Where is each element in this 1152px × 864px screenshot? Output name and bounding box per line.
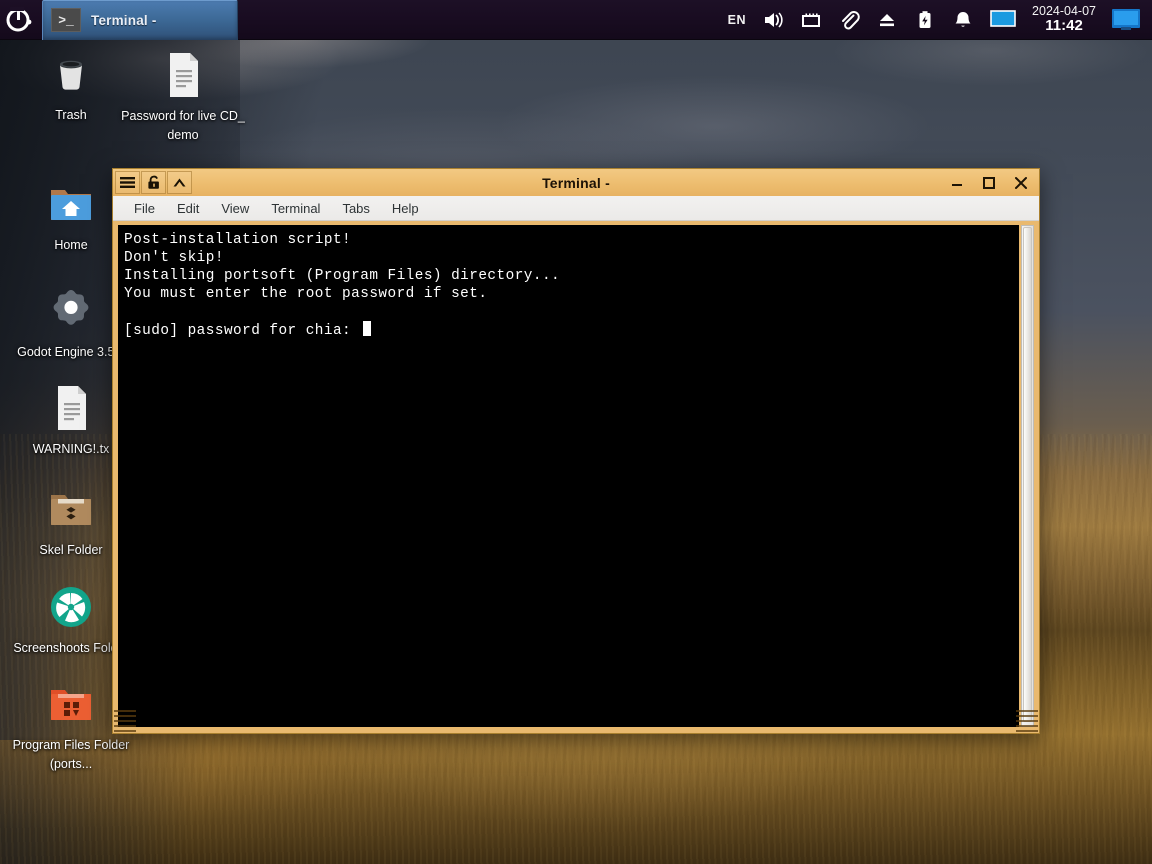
resize-grip-bottom-left[interactable]	[114, 710, 136, 732]
terminal-cursor	[363, 321, 372, 336]
menu-edit[interactable]: Edit	[166, 198, 210, 219]
lock-icon[interactable]	[141, 171, 166, 194]
screenshot-aperture-icon	[45, 581, 97, 633]
close-button[interactable]	[1005, 169, 1037, 196]
scrollbar-thumb[interactable]	[1023, 227, 1032, 722]
menu-terminal[interactable]: Terminal	[260, 198, 331, 219]
terminal-line: Post-installation script!	[124, 232, 352, 248]
terminal-prompt-line: [sudo] password for chia:	[124, 321, 1013, 340]
program-files-folder-icon	[45, 678, 97, 730]
terminal-menubar: File Edit View Terminal Tabs Help	[113, 196, 1039, 221]
maximize-button[interactable]	[973, 169, 1005, 196]
clipboard-icon[interactable]	[830, 0, 868, 40]
skel-folder-icon	[45, 483, 97, 535]
desktop-icon-label: Home	[54, 238, 88, 253]
menu-tabs[interactable]: Tabs	[331, 198, 380, 219]
tray-language-indicator[interactable]: EN	[720, 0, 754, 40]
volume-icon[interactable]	[754, 0, 792, 40]
menu-view[interactable]: View	[210, 198, 260, 219]
hamburger-menu-icon[interactable]	[115, 171, 140, 194]
app-menu-logo-icon[interactable]	[0, 0, 40, 40]
display-icon[interactable]	[982, 0, 1024, 40]
terminal-line: Installing portsoft (Program Files) dire…	[124, 268, 561, 284]
terminal-titlebar[interactable]: Terminal -	[113, 169, 1039, 196]
desktop-icon-label: Password for live CD_ demo	[121, 108, 245, 142]
terminal-scrollbar[interactable]	[1021, 225, 1034, 727]
terminal-body: Post-installation script! Don't skip! In…	[113, 221, 1039, 733]
home-folder-icon	[45, 178, 97, 230]
terminal-window-title: Terminal -	[542, 174, 610, 191]
taskbar: >_ Terminal - EN 2024-04-07 11:42	[0, 0, 1152, 40]
notification-bell-icon[interactable]	[944, 0, 982, 40]
text-file-icon	[45, 382, 97, 434]
text-file-icon	[157, 49, 209, 101]
system-tray: EN 2024-04-07 11:42	[720, 0, 1152, 40]
terminal-screen[interactable]: Post-installation script! Don't skip! In…	[118, 225, 1019, 727]
terminal-window[interactable]: Terminal - File Edit View Terminal Tabs …	[112, 168, 1040, 734]
eject-icon[interactable]	[868, 0, 906, 40]
menu-help[interactable]: Help	[381, 198, 430, 219]
network-icon[interactable]	[792, 0, 830, 40]
window-controls	[941, 169, 1037, 196]
minimize-button[interactable]	[941, 169, 973, 196]
desktop-icon-label: Program Files Folder (ports...	[12, 738, 130, 771]
desktop-icon-label: Godot Engine 3.5.3	[17, 345, 125, 359]
terminal-prompt-icon: >_	[51, 8, 81, 32]
battery-icon[interactable]	[906, 0, 944, 40]
desktop-icon-password-file[interactable]: Password for live CD_ demo	[112, 49, 254, 145]
clock[interactable]: 2024-04-07 11:42	[1024, 4, 1104, 35]
terminal-line: Don't skip!	[124, 250, 224, 266]
terminal-line: You must enter the root password if set.	[124, 286, 488, 302]
trash-icon	[45, 48, 97, 100]
clock-time: 11:42	[1045, 17, 1083, 35]
desktop-icon-label: Skel Folder	[39, 542, 103, 557]
taskbar-task-terminal[interactable]: >_ Terminal -	[42, 0, 238, 40]
chevron-up-icon[interactable]	[167, 171, 192, 194]
menu-file[interactable]: File	[123, 198, 166, 219]
taskbar-task-label: Terminal -	[91, 12, 157, 28]
desktop-icon-label: WARNING!.tx	[32, 441, 110, 456]
terminal-prompt-text: [sudo] password for chia:	[124, 323, 361, 339]
desktop-icon-label: Trash	[55, 108, 87, 122]
monitor-icon[interactable]	[1104, 0, 1148, 40]
godot-gear-icon	[45, 285, 97, 337]
resize-grip-bottom-right[interactable]	[1016, 710, 1038, 732]
